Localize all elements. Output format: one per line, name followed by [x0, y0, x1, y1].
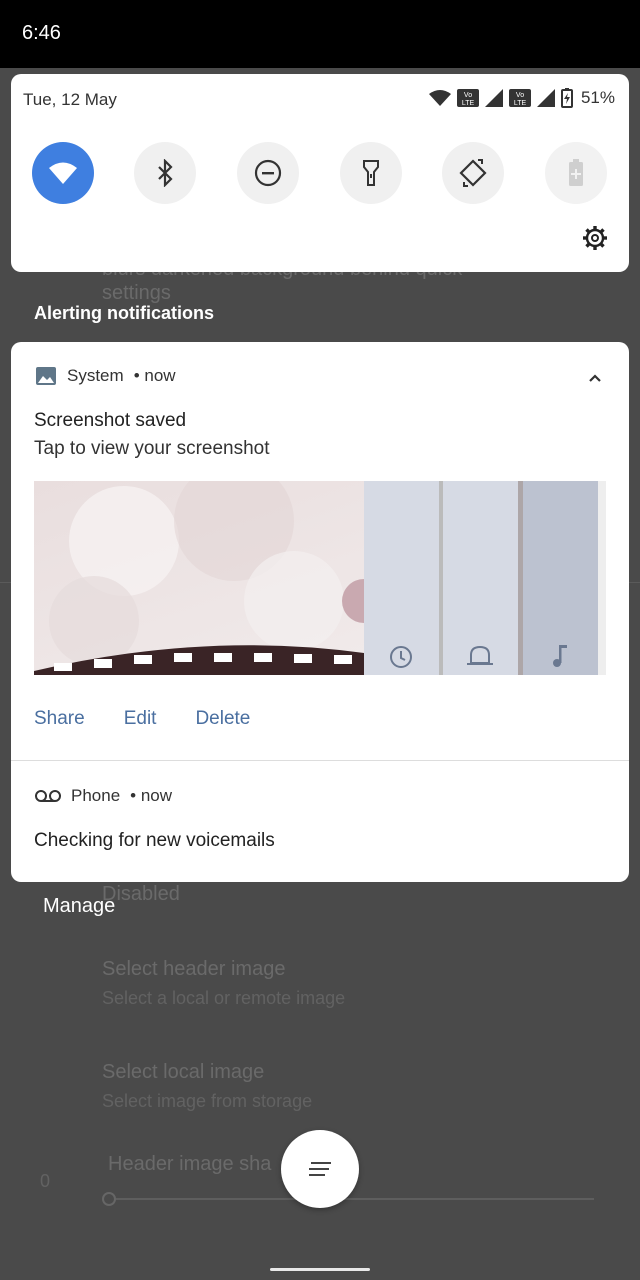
- screenshot-app-name: System: [67, 366, 124, 385]
- fab-button[interactable]: [281, 1130, 359, 1208]
- qs-date: Tue, 12 May: [23, 90, 117, 109]
- notification-divider: [11, 760, 629, 761]
- bg-blur-line2: settings: [102, 282, 171, 304]
- screenshot-actions: Share Edit Delete: [34, 708, 250, 730]
- gear-icon: [583, 226, 607, 250]
- quick-settings-panel: Tue, 12 May Vo LTE Vo LTE 51%: [11, 74, 629, 272]
- svg-text:LTE: LTE: [514, 100, 527, 107]
- svg-text:Vo: Vo: [516, 92, 524, 99]
- settings-button[interactable]: [581, 224, 609, 252]
- voicemail-notification-header: Phone • now: [35, 786, 172, 806]
- bluetooth-tile[interactable]: [134, 142, 196, 204]
- wifi-signal-icon: [428, 90, 451, 106]
- bg-header-image-title: Select header image: [102, 958, 286, 980]
- wifi-icon: [49, 162, 77, 184]
- volte-icon-2: VoLTE: [508, 89, 531, 107]
- voicemail-time: • now: [130, 786, 173, 805]
- share-button[interactable]: Share: [34, 708, 85, 730]
- chevron-up-icon: [589, 374, 601, 382]
- screenshot-preview[interactable]: [34, 481, 606, 675]
- cell-signal-icon-2: [536, 89, 555, 107]
- auto-rotate-icon: [459, 159, 487, 187]
- dnd-tile[interactable]: [237, 142, 299, 204]
- do-not-disturb-icon: [254, 159, 282, 187]
- collapse-button[interactable]: [585, 368, 605, 388]
- edit-button[interactable]: Edit: [124, 708, 157, 730]
- battery-charging-icon: [560, 88, 573, 108]
- bg-local-image-sub: Select image from storage: [102, 1091, 313, 1111]
- manage-button[interactable]: Manage: [43, 895, 115, 918]
- battery-percent: 51%: [580, 88, 615, 107]
- bg-slider-thumb: [102, 1192, 116, 1206]
- voicemail-app-name: Phone: [71, 786, 121, 805]
- qs-status-icons: Vo LTE Vo LTE 51%: [428, 88, 615, 108]
- voicemail-title[interactable]: Checking for new voicemails: [34, 830, 275, 852]
- svg-text:Vo: Vo: [464, 92, 472, 99]
- auto-rotate-tile[interactable]: [442, 142, 504, 204]
- screenshot-title: Screenshot saved: [34, 410, 187, 431]
- cell-signal-icon: [484, 89, 503, 107]
- screenshot-thumbnail: [34, 481, 606, 675]
- volte-icon: VoLTE: [456, 89, 479, 107]
- bg-slider-value: 0: [40, 1171, 51, 1191]
- svg-text:LTE: LTE: [462, 100, 475, 107]
- screenshot-time: • now: [133, 366, 176, 385]
- status-time: 6:46: [22, 22, 61, 44]
- navigation-handle[interactable]: [270, 1268, 370, 1271]
- image-icon: [36, 367, 56, 385]
- flashlight-icon: [363, 160, 379, 186]
- bg-local-image-title: Select local image: [102, 1061, 265, 1083]
- battery-saver-icon: [569, 159, 583, 186]
- delete-button[interactable]: Delete: [195, 708, 250, 730]
- flashlight-tile[interactable]: [340, 142, 402, 204]
- bg-slider-track: [108, 1198, 594, 1200]
- screenshot-notification-header: System • now: [35, 366, 176, 386]
- battery-saver-tile[interactable]: [545, 142, 607, 204]
- voicemail-icon: [35, 790, 61, 802]
- notes-icon: [309, 1162, 331, 1176]
- screenshot-text: Tap to view your screenshot: [34, 438, 270, 459]
- bg-header-image-sub: Select a local or remote image: [102, 988, 346, 1008]
- wifi-tile[interactable]: [32, 142, 94, 204]
- alerting-notifications-label: Alerting notifications: [34, 303, 214, 323]
- status-bar: 6:46: [0, 0, 640, 68]
- bg-header-shade-title: Header image sha: [108, 1153, 272, 1175]
- bluetooth-icon: [158, 159, 173, 187]
- notification-group: System • now Screenshot saved Tap to vie…: [11, 342, 629, 882]
